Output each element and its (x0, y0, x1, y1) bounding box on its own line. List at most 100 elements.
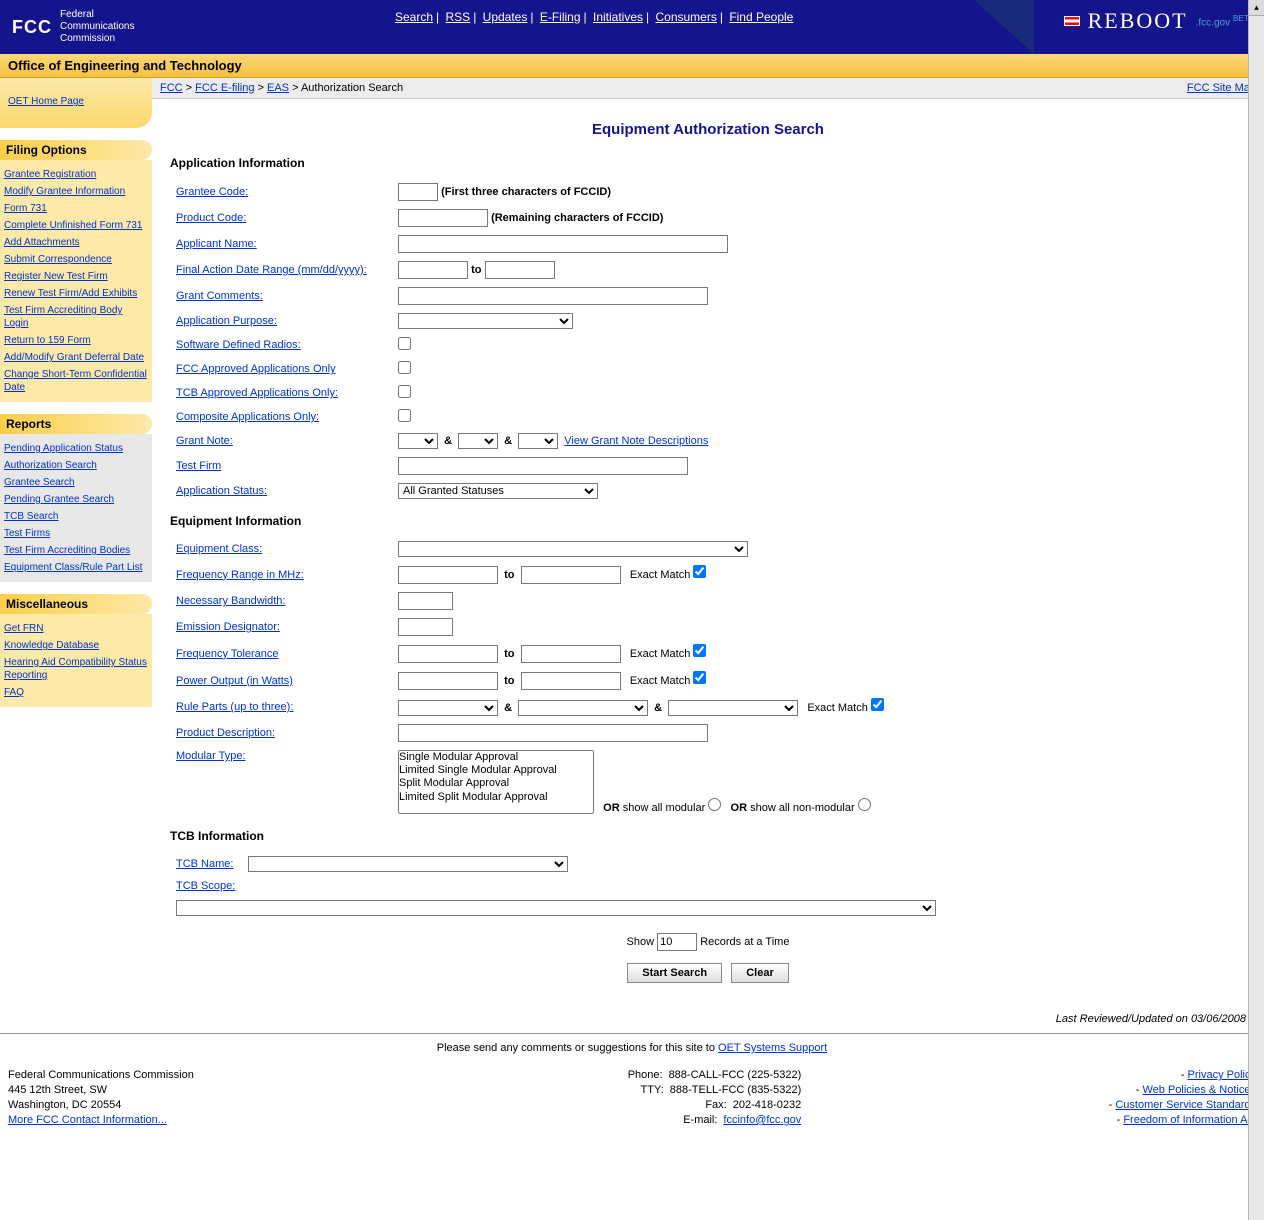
power-to-input[interactable] (521, 672, 621, 690)
freq-exact-checkbox[interactable] (693, 565, 706, 578)
lbl-rule-parts[interactable]: Rule Parts (up to three): (176, 701, 293, 713)
lbl-grant-note[interactable]: Grant Note: (176, 435, 233, 447)
rule-exact-checkbox[interactable] (871, 698, 884, 711)
lbl-fcc-approved[interactable]: FCC Approved Applications Only (176, 363, 336, 375)
nav-consumers[interactable]: Consumers (655, 10, 716, 24)
fcc-logo[interactable]: FCC Federal Communications Commission (0, 4, 146, 50)
power-from-input[interactable] (398, 672, 498, 690)
lbl-applicant-name[interactable]: Applicant Name: (176, 238, 257, 250)
emission-input[interactable] (398, 618, 453, 636)
filing-item[interactable]: Renew Test Firm/Add Exhibits (4, 285, 148, 302)
lbl-emission[interactable]: Emission Designator: (176, 621, 280, 633)
prod-desc-input[interactable] (398, 724, 708, 742)
filing-item[interactable]: Register New Test Firm (4, 268, 148, 285)
crumb-link[interactable]: FCC E-filing (195, 82, 254, 94)
tcb-name-select[interactable] (248, 856, 568, 872)
reports-item[interactable]: Pending Application Status (4, 440, 148, 457)
composite-checkbox[interactable] (398, 409, 411, 422)
crumb-link[interactable]: EAS (267, 82, 289, 94)
freq-to-input[interactable] (521, 566, 621, 584)
lbl-grant-comments[interactable]: Grant Comments: (176, 290, 263, 302)
rule-part-1-select[interactable] (398, 700, 498, 716)
scrollbar[interactable]: ▴ (1248, 0, 1264, 1220)
lbl-tcb-name[interactable]: TCB Name: (176, 858, 233, 870)
power-exact-checkbox[interactable] (693, 671, 706, 684)
nav-search[interactable]: Search (395, 10, 433, 24)
reports-item[interactable]: Equipment Class/Rule Part List (4, 559, 148, 576)
fcc-approved-checkbox[interactable] (398, 361, 411, 374)
grant-note-2-select[interactable] (458, 433, 498, 449)
lbl-mod-type[interactable]: Modular Type: (176, 750, 246, 762)
rule-part-2-select[interactable] (518, 700, 648, 716)
mod-type-select[interactable]: Single Modular Approval Limited Single M… (398, 750, 594, 814)
lbl-eq-class[interactable]: Equipment Class: (176, 543, 262, 555)
lbl-test-firm[interactable]: Test Firm (176, 460, 221, 472)
lbl-power-out[interactable]: Power Output (in Watts) (176, 675, 293, 687)
date-from-input[interactable] (398, 261, 468, 279)
oet-home-link[interactable]: OET Home Page (8, 93, 144, 110)
filing-item[interactable]: Add Attachments (4, 234, 148, 251)
misc-item[interactable]: Knowledge Database (4, 637, 148, 654)
sitemap-link[interactable]: FCC Site Map (1187, 82, 1256, 94)
filing-item[interactable]: Test Firm Accrediting Body Login (4, 302, 148, 332)
nav-efiling[interactable]: E-Filing (540, 10, 581, 24)
misc-item[interactable]: FAQ (4, 684, 148, 701)
lbl-sdr[interactable]: Software Defined Radios: (176, 339, 301, 351)
filing-item[interactable]: Add/Modify Grant Deferral Date (4, 349, 148, 366)
lbl-freq-tol[interactable]: Frequency Tolerance (176, 648, 279, 660)
nav-initiatives[interactable]: Initiatives (593, 10, 643, 24)
email-link[interactable]: fccinfo@fcc.gov (723, 1113, 801, 1128)
freq-tol-from-input[interactable] (398, 645, 498, 663)
view-grant-notes-link[interactable]: View Grant Note Descriptions (564, 435, 708, 447)
records-input[interactable] (657, 933, 697, 951)
crumb-link[interactable]: FCC (160, 82, 183, 94)
oet-support-link[interactable]: OET Systems Support (718, 1042, 827, 1054)
nav-updates[interactable]: Updates (483, 10, 528, 24)
lbl-prod-desc[interactable]: Product Description: (176, 727, 275, 739)
lbl-freq-range[interactable]: Frequency Range in MHz: (176, 569, 304, 581)
lbl-tcb-scope[interactable]: TCB Scope: (176, 880, 235, 892)
freq-tol-exact-checkbox[interactable] (693, 644, 706, 657)
eq-class-select[interactable] (398, 541, 748, 557)
reports-item[interactable]: Authorization Search (4, 457, 148, 474)
filing-item[interactable]: Return to 159 Form (4, 332, 148, 349)
rule-part-3-select[interactable] (668, 700, 798, 716)
freq-tol-to-input[interactable] (521, 645, 621, 663)
freq-from-input[interactable] (398, 566, 498, 584)
scroll-up-icon[interactable]: ▴ (1249, 0, 1264, 16)
misc-item[interactable]: Get FRN (4, 620, 148, 637)
tcb-scope-select[interactable] (176, 900, 936, 916)
nec-bw-input[interactable] (398, 592, 453, 610)
lbl-final-action[interactable]: Final Action Date Range (mm/dd/yyyy): (176, 264, 367, 276)
product-code-input[interactable] (398, 209, 488, 227)
app-purpose-select[interactable] (398, 313, 573, 329)
more-contact-link[interactable]: More FCC Contact Information... (8, 1114, 167, 1126)
lbl-nec-bw[interactable]: Necessary Bandwidth: (176, 595, 285, 607)
lbl-app-purpose[interactable]: Application Purpose: (176, 315, 277, 327)
clear-button[interactable]: Clear (731, 963, 789, 983)
reports-item[interactable]: Test Firms (4, 525, 148, 542)
lbl-app-status[interactable]: Application Status: (176, 485, 267, 497)
reboot-badge[interactable]: REBOOT .fcc.gov BETA (1064, 8, 1254, 34)
grantee-code-input[interactable] (398, 183, 438, 201)
reports-item[interactable]: Grantee Search (4, 474, 148, 491)
filing-item[interactable]: Modify Grantee Information (4, 183, 148, 200)
tcb-approved-checkbox[interactable] (398, 385, 411, 398)
all-modular-radio[interactable] (708, 798, 721, 811)
sdr-checkbox[interactable] (398, 337, 411, 350)
test-firm-input[interactable] (398, 457, 688, 475)
lbl-tcb-approved[interactable]: TCB Approved Applications Only: (176, 387, 338, 399)
filing-item[interactable]: Complete Unfinished Form 731 (4, 217, 148, 234)
applicant-name-input[interactable] (398, 235, 728, 253)
nav-rss[interactable]: RSS (446, 10, 471, 24)
filing-item[interactable]: Submit Correspondence (4, 251, 148, 268)
filing-item[interactable]: Grantee Registration (4, 166, 148, 183)
filing-item[interactable]: Change Short-Term Confidential Date (4, 366, 148, 396)
lbl-product-code[interactable]: Product Code: (176, 212, 246, 224)
nav-find-people[interactable]: Find People (729, 10, 793, 24)
all-nonmodular-radio[interactable] (858, 798, 871, 811)
start-search-button[interactable]: Start Search (627, 963, 722, 983)
misc-item[interactable]: Hearing Aid Compatibility Status Reporti… (4, 654, 148, 684)
reports-item[interactable]: Test Firm Accrediting Bodies (4, 542, 148, 559)
css-link[interactable]: Customer Service Standards (1115, 1099, 1256, 1111)
